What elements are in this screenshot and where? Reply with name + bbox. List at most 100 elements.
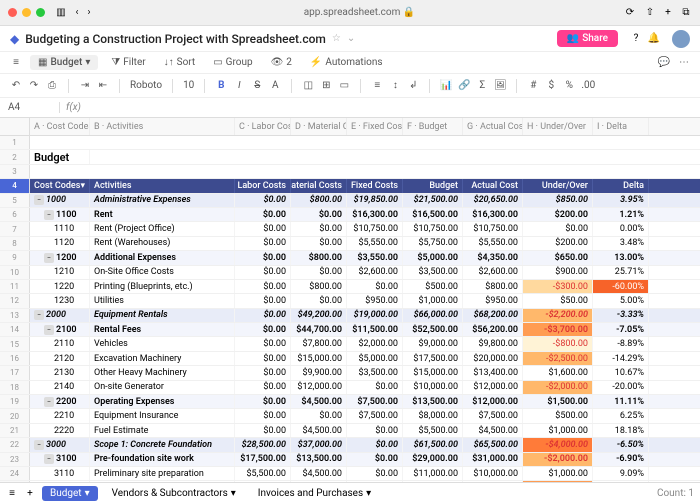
cell-material[interactable]: $800.00 (291, 280, 347, 293)
cell-delta[interactable]: 0.00% (593, 222, 649, 235)
cell-material[interactable]: $0.00 (291, 409, 347, 422)
cell-material[interactable]: $49,200.00 (291, 309, 347, 322)
align-v-icon[interactable]: ↕ (389, 80, 401, 92)
cell-budget[interactable]: $10,000.00 (403, 381, 463, 394)
data-row[interactable]: 9−1200Additional Expenses$0.00$800.00$3,… (0, 251, 700, 265)
chevron-right-icon[interactable]: › (83, 7, 95, 19)
expand-icon[interactable]: − (34, 195, 44, 205)
cell-activity[interactable]: Scope 1: Concrete Foundation (90, 438, 235, 451)
close-icon[interactable] (8, 8, 17, 17)
cell-material[interactable]: $0.00 (291, 222, 347, 235)
cell-code[interactable]: 3120 (30, 481, 90, 482)
col-h[interactable]: H · Under/Over (523, 118, 593, 135)
cell-labor[interactable]: $17,500.00 (235, 453, 291, 466)
cell-material[interactable]: $0.00 (291, 237, 347, 250)
data-row[interactable]: 101210On-Site Office Costs$0.00$0.00$2,6… (0, 266, 700, 280)
cell-fixed[interactable]: $10,750.00 (347, 222, 403, 235)
cell-activity[interactable]: Equipment Rentals (90, 309, 235, 322)
cell-activity[interactable]: On-site Generator (90, 381, 235, 394)
cell-actual[interactable]: $12,000.00 (463, 395, 523, 408)
cell-actual[interactable]: $65,500.00 (463, 438, 523, 451)
cell-labor[interactable]: $0.00 (235, 381, 291, 394)
data-row[interactable]: 5−1000Administrative Expenses$0.00$800.0… (0, 194, 700, 208)
cell-budget[interactable]: $5,500.00 (403, 424, 463, 437)
cell-code[interactable]: −3100 (30, 453, 90, 466)
expand-icon[interactable]: − (44, 253, 54, 263)
cell-budget[interactable]: $3,500.00 (403, 266, 463, 279)
cell-budget[interactable]: $16,500.00 (403, 208, 463, 221)
merge-icon[interactable]: ▭ (338, 80, 350, 92)
cell-material[interactable]: $9,900.00 (291, 366, 347, 379)
cell-code[interactable]: 1230 (30, 294, 90, 307)
cell-fixed[interactable]: $0.00 (347, 453, 403, 466)
hdr-delta[interactable]: Delta (593, 179, 649, 192)
cell-under-over[interactable]: $500.00 (523, 409, 593, 422)
cell-fixed[interactable]: $950.00 (347, 294, 403, 307)
cell-activity[interactable]: Additional Expenses (90, 251, 235, 264)
group-button[interactable]: ▭ Group (208, 55, 257, 70)
cell-activity[interactable]: Rent (Project Office) (90, 222, 235, 235)
hide-button[interactable]: 👁 2 (266, 55, 297, 70)
cell-activity[interactable]: Other Heavy Machinery (90, 366, 235, 379)
cell-labor[interactable]: $28,500.00 (235, 438, 291, 451)
data-row[interactable]: 13−2000Equipment Rentals$0.00$49,200.00$… (0, 309, 700, 323)
number-format-icon[interactable]: # (527, 80, 539, 92)
data-row[interactable]: 202210Equipment Insurance$0.00$0.00$7,50… (0, 409, 700, 423)
cell-labor[interactable]: $0.00 (235, 352, 291, 365)
hdr-act[interactable]: Activities (90, 179, 235, 192)
expand-icon[interactable]: − (34, 440, 44, 450)
cell-code[interactable]: −1100 (30, 208, 90, 221)
cell-fixed[interactable]: $0.00 (347, 438, 403, 451)
more-icon[interactable]: ⋯ (678, 57, 690, 69)
strike-icon[interactable]: S (251, 80, 263, 92)
share-button[interactable]: 👥 Share (557, 30, 618, 47)
cell-budget[interactable]: $61,500.00 (403, 438, 463, 451)
cell-labor[interactable]: $0.00 (235, 280, 291, 293)
expand-icon[interactable]: − (44, 325, 54, 335)
sheet-tab-budget[interactable]: Budget ▾ (42, 486, 98, 501)
cell-labor[interactable]: $0.00 (235, 337, 291, 350)
cell-fixed[interactable]: $2,600.00 (347, 266, 403, 279)
cell-actual[interactable]: $13,400.00 (463, 366, 523, 379)
help-icon[interactable]: ? (630, 33, 642, 45)
cell-under-over[interactable]: -$2,200.00 (523, 309, 593, 322)
cell-delta[interactable]: -20.00% (593, 381, 649, 394)
cell-budget[interactable]: $11,000.00 (403, 467, 463, 480)
address-bar[interactable]: app.spreadsheet.com 🔒 (95, 7, 624, 18)
chart-icon[interactable]: 📊 (440, 80, 452, 92)
font-size[interactable]: 10 (183, 80, 194, 91)
cell-code[interactable]: 2110 (30, 337, 90, 350)
cell-activity[interactable]: Preliminary site preparation (90, 467, 235, 480)
cell-activity[interactable]: Rent (90, 208, 235, 221)
cell-actual[interactable]: $20,650.00 (463, 194, 523, 207)
cell-labor[interactable]: $5,500.00 (235, 467, 291, 480)
cell-budget[interactable]: $8,000.00 (403, 409, 463, 422)
cell-labor[interactable]: $0.00 (235, 251, 291, 264)
wrap-icon[interactable]: ↲ (407, 80, 419, 92)
cell-actual[interactable]: $68,200.00 (463, 309, 523, 322)
cell-material[interactable]: $4,500.00 (291, 467, 347, 480)
cell-material[interactable]: $800.00 (291, 251, 347, 264)
text-color-icon[interactable]: A (269, 80, 281, 92)
indent-right-icon[interactable]: ⇤ (97, 80, 109, 92)
cell-code[interactable]: 3110 (30, 467, 90, 480)
cell-material[interactable]: $44,700.00 (291, 323, 347, 336)
cell-fixed[interactable]: $11,500.00 (347, 323, 403, 336)
cell-labor[interactable]: $0.00 (235, 366, 291, 379)
cell-material[interactable]: $0.00 (291, 294, 347, 307)
data-row[interactable]: 121230Utilities$0.00$0.00$950.00$1,000.0… (0, 294, 700, 308)
cell-labor[interactable]: $0.00 (235, 222, 291, 235)
data-row[interactable]: 253120Excavation$12,000.00$9,000.00$0.00… (0, 481, 700, 482)
data-row[interactable]: 243110Preliminary site preparation$5,500… (0, 467, 700, 481)
link-icon[interactable]: 🔗 (458, 80, 470, 92)
cell-delta[interactable]: 18.18% (593, 424, 649, 437)
cell-under-over[interactable]: -$2,000.00 (523, 453, 593, 466)
cell-material[interactable]: $0.00 (291, 266, 347, 279)
align-h-icon[interactable]: ≡ (371, 80, 383, 92)
cell-material[interactable]: $12,000.00 (291, 381, 347, 394)
cell-budget[interactable]: $52,500.00 (403, 323, 463, 336)
cell-fixed[interactable]: $0.00 (347, 424, 403, 437)
notifications-icon[interactable]: 🔔 (648, 33, 660, 45)
cell-delta[interactable]: 10.67% (593, 366, 649, 379)
cell-delta[interactable]: -16.67% (593, 481, 649, 482)
